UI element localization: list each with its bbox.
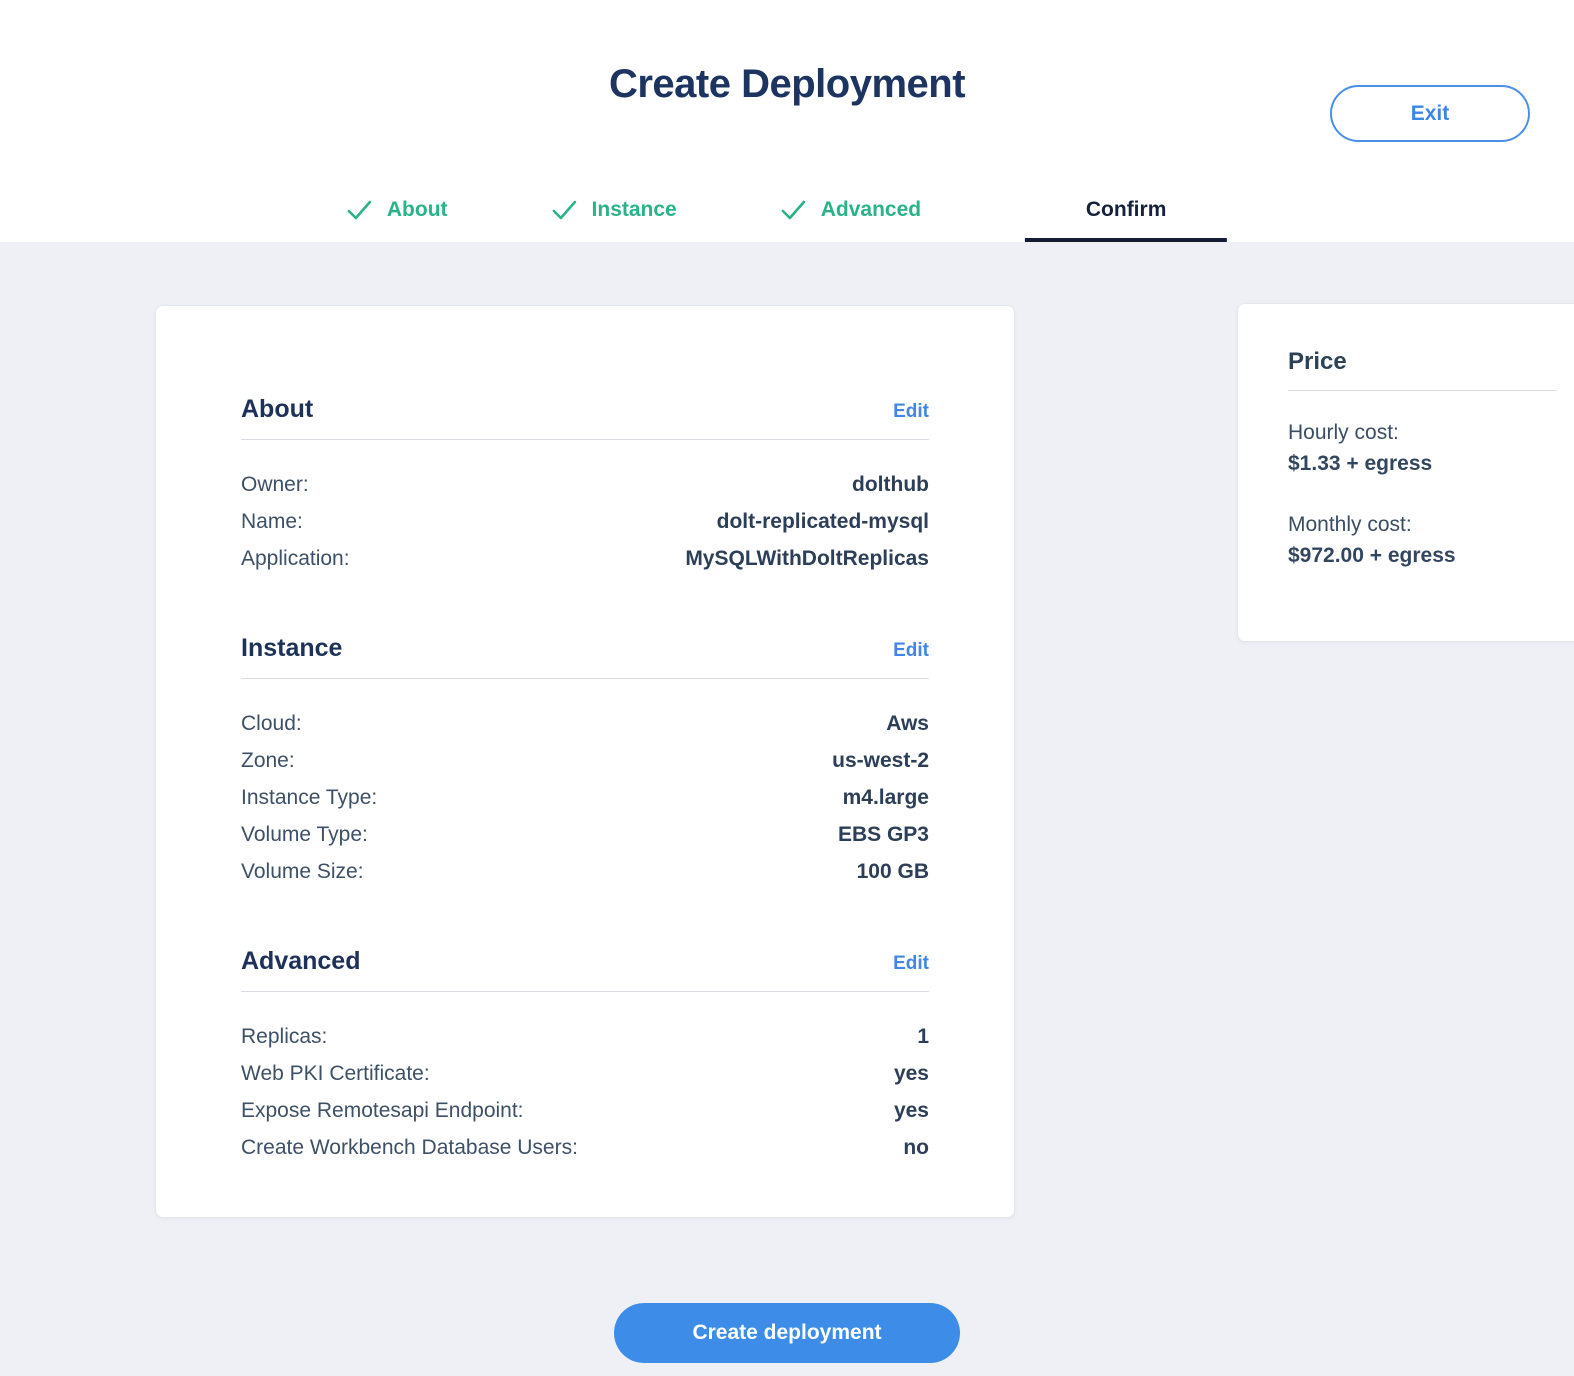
row-label: Create Workbench Database Users: [241, 1129, 578, 1166]
summary-row: Application: MySQLWithDoltReplicas [241, 540, 929, 577]
divider [241, 678, 929, 679]
row-value: 1 [917, 1018, 929, 1055]
check-icon [347, 199, 372, 221]
price-panel: Price Hourly cost: $1.33 + egress Monthl… [1237, 303, 1574, 642]
monthly-cost-label: Monthly cost: [1288, 513, 1557, 537]
section-instance: Instance Edit Cloud: Aws Zone: us-west-2… [241, 633, 929, 890]
summary-row: Expose Remotesapi Endpoint: yes [241, 1092, 929, 1129]
summary-row: Owner: dolthub [241, 466, 929, 503]
section-advanced: Advanced Edit Replicas: 1 Web PKI Certif… [241, 946, 929, 1166]
summary-row: Name: dolt-replicated-mysql [241, 503, 929, 540]
row-label: Zone: [241, 742, 295, 779]
section-title-about: About [241, 394, 313, 424]
summary-row: Volume Size: 100 GB [241, 853, 929, 890]
edit-about-link[interactable]: Edit [893, 397, 929, 427]
exit-button[interactable]: Exit [1330, 85, 1530, 142]
row-value: 100 GB [857, 853, 929, 890]
check-icon [781, 199, 806, 221]
row-label: Web PKI Certificate: [241, 1055, 430, 1092]
row-value: yes [894, 1055, 929, 1092]
check-icon [552, 199, 577, 221]
row-value: yes [894, 1092, 929, 1129]
tab-confirm[interactable]: Confirm [1025, 178, 1227, 242]
hourly-cost-item: Hourly cost: $1.33 + egress [1288, 421, 1557, 476]
tab-instance-label: Instance [592, 198, 677, 222]
section-about: About Edit Owner: dolthub Name: dolt-rep… [241, 394, 929, 577]
edit-advanced-link[interactable]: Edit [893, 949, 929, 979]
summary-card: About Edit Owner: dolthub Name: dolt-rep… [155, 305, 1015, 1218]
row-value: us-west-2 [832, 742, 929, 779]
row-label: Owner: [241, 466, 309, 503]
summary-row: Web PKI Certificate: yes [241, 1055, 929, 1092]
row-value: MySQLWithDoltReplicas [685, 540, 929, 577]
wizard-tabs: About Instance Confirm Advanced Confirm [347, 178, 1227, 242]
summary-row: Replicas: 1 [241, 1018, 929, 1055]
hourly-cost-label: Hourly cost: [1288, 421, 1557, 445]
tab-instance[interactable]: Instance [552, 178, 677, 242]
monthly-cost-value: $972.00 + egress [1288, 544, 1557, 568]
section-title-advanced: Advanced [241, 946, 360, 976]
row-value: no [903, 1129, 929, 1166]
divider [1288, 390, 1557, 391]
price-title: Price [1288, 348, 1557, 376]
row-value: EBS GP3 [838, 816, 929, 853]
summary-row: Volume Type: EBS GP3 [241, 816, 929, 853]
row-label: Expose Remotesapi Endpoint: [241, 1092, 524, 1129]
tab-about[interactable]: About [347, 178, 448, 242]
section-title-instance: Instance [241, 633, 342, 663]
tab-confirm-label: Confirm [1086, 198, 1167, 222]
row-value: Aws [886, 705, 929, 742]
hourly-cost-value: $1.33 + egress [1288, 452, 1557, 476]
row-label: Application: [241, 540, 350, 577]
tab-advanced[interactable]: Confirm Advanced [781, 178, 921, 242]
row-label: Name: [241, 503, 303, 540]
header: Create Deployment Exit About Instance Co… [0, 0, 1574, 242]
row-value: dolthub [852, 466, 929, 503]
row-value: dolt-replicated-mysql [717, 503, 929, 540]
row-value: m4.large [843, 779, 929, 816]
row-label: Volume Type: [241, 816, 368, 853]
summary-row: Zone: us-west-2 [241, 742, 929, 779]
row-label: Instance Type: [241, 779, 377, 816]
row-label: Replicas: [241, 1018, 327, 1055]
divider [241, 991, 929, 992]
monthly-cost-item: Monthly cost: $972.00 + egress [1288, 513, 1557, 568]
create-deployment-button[interactable]: Create deployment [614, 1303, 960, 1363]
row-label: Volume Size: [241, 853, 364, 890]
divider [241, 439, 929, 440]
tab-advanced-label: Advanced [821, 198, 921, 222]
edit-instance-link[interactable]: Edit [893, 636, 929, 666]
summary-row: Instance Type: m4.large [241, 779, 929, 816]
summary-row: Create Workbench Database Users: no [241, 1129, 929, 1166]
tab-about-label: About [387, 198, 448, 222]
row-label: Cloud: [241, 705, 302, 742]
summary-row: Cloud: Aws [241, 705, 929, 742]
